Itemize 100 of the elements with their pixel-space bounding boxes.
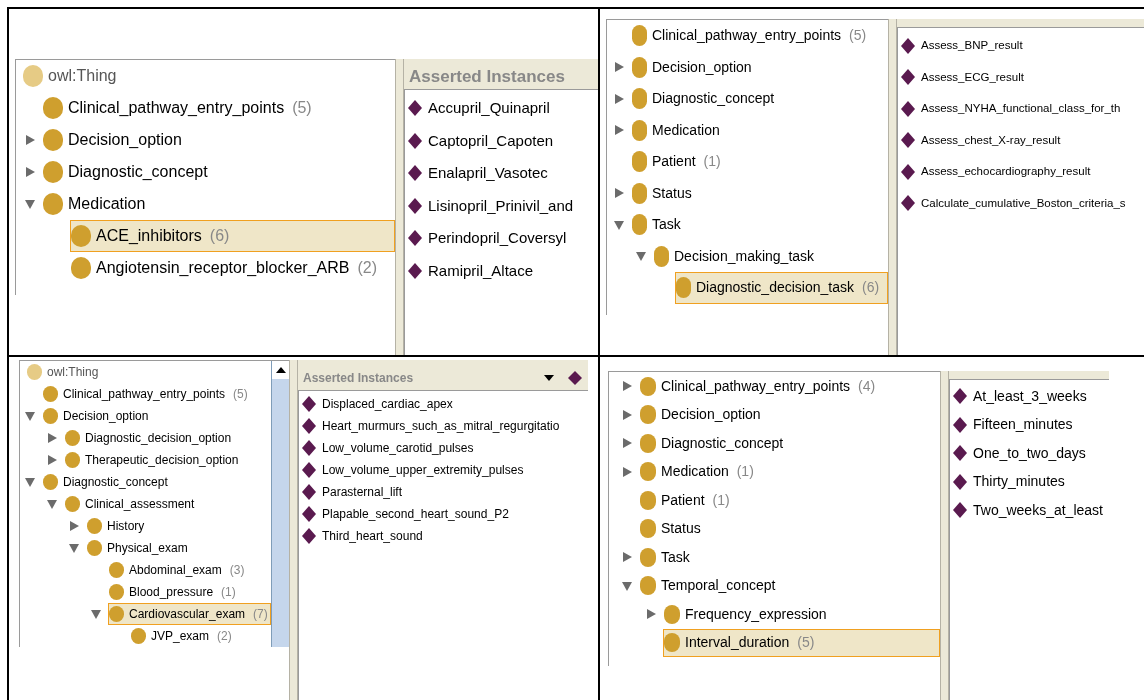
collapse-arrow-icon[interactable] xyxy=(24,198,36,210)
tree-item[interactable]: JVP_exam (2) xyxy=(130,625,233,647)
class-icon xyxy=(65,452,80,468)
tree-item[interactable]: Frequency_expression xyxy=(663,600,828,629)
tree-item[interactable]: Decision_option xyxy=(639,400,762,429)
instance-item[interactable]: Ramipril_Altace xyxy=(408,254,598,287)
tree-item[interactable]: Angiotensin_receptor_blocker_ARB (2) xyxy=(70,252,379,284)
collapse-arrow-icon[interactable] xyxy=(635,250,647,263)
add-instance-icon[interactable] xyxy=(568,370,584,386)
tree-item[interactable]: owl:Thing xyxy=(22,60,118,92)
tree-item[interactable]: Patient (1) xyxy=(639,486,731,515)
instance-item[interactable]: Thirty_minutes xyxy=(953,467,1109,496)
instance-icon xyxy=(302,484,316,500)
instance-item[interactable]: Lisinopril_Prinivil_and xyxy=(408,189,598,222)
instance-icon xyxy=(408,100,422,117)
tree-item[interactable]: Diagnostic_concept xyxy=(42,156,209,188)
expand-arrow-icon[interactable] xyxy=(621,551,633,564)
class-icon xyxy=(676,277,691,299)
instance-count: (2) xyxy=(217,628,232,645)
tree-item[interactable]: Cardiovascular_exam (7) xyxy=(108,603,271,625)
instance-icon xyxy=(901,132,915,149)
tree-item[interactable]: Clinical_pathway_entry_points (5) xyxy=(42,92,313,124)
expand-arrow-icon[interactable] xyxy=(613,124,625,137)
tree-item[interactable]: Patient (1) xyxy=(631,146,722,178)
class-label: Physical_exam xyxy=(107,540,188,557)
tree-item[interactable]: Therapeutic_decision_option xyxy=(64,449,240,471)
collapse-arrow-icon[interactable] xyxy=(68,542,80,554)
tree-item[interactable]: Diagnostic_concept xyxy=(42,471,169,493)
tree-item[interactable]: Decision_option xyxy=(42,124,183,156)
tree-item[interactable]: Clinical_assessment xyxy=(64,493,196,515)
instance-item[interactable]: Assess_chest_X-ray_result xyxy=(901,124,1144,156)
collapse-arrow-icon[interactable] xyxy=(613,218,625,231)
expand-arrow-icon[interactable] xyxy=(46,454,58,466)
tree-item[interactable]: Medication xyxy=(631,114,721,146)
tree-item[interactable]: Medication (1) xyxy=(639,457,755,486)
instance-item[interactable]: Assess_echocardiography_result xyxy=(901,156,1144,188)
tree-item[interactable]: Medication xyxy=(42,188,147,220)
class-label: Status xyxy=(661,519,701,539)
class-icon xyxy=(65,430,80,446)
scroll-up-icon[interactable] xyxy=(275,367,286,373)
instance-item[interactable]: Low_volume_carotid_pulses xyxy=(302,437,588,459)
tree-item[interactable]: Clinical_pathway_entry_points (5) xyxy=(42,383,249,405)
expand-arrow-icon[interactable] xyxy=(613,187,625,200)
collapse-arrow-icon[interactable] xyxy=(24,476,36,488)
tree-item[interactable]: Interval_duration (5) xyxy=(663,628,940,657)
tree-item[interactable]: Decision_option xyxy=(42,405,150,427)
expand-arrow-icon[interactable] xyxy=(24,134,36,146)
instance-item[interactable]: Assess_ECG_result xyxy=(901,61,1144,93)
expand-arrow-icon[interactable] xyxy=(621,380,633,393)
tree-item[interactable]: Task xyxy=(631,209,682,241)
tree-item[interactable]: Task xyxy=(639,543,691,572)
tree-item[interactable]: Temporal_concept xyxy=(639,571,777,600)
instance-item[interactable]: Parasternal_lift xyxy=(302,481,588,503)
tree-item[interactable]: Clinical_pathway_entry_points (4) xyxy=(639,372,877,401)
tree-item[interactable]: Blood_pressure (1) xyxy=(108,581,237,603)
collapse-arrow-icon[interactable] xyxy=(621,579,633,592)
tree-item[interactable]: Status xyxy=(631,177,693,209)
tree-item[interactable]: History xyxy=(86,515,146,537)
instance-item[interactable]: Perindopril_Coversyl xyxy=(408,222,598,255)
tree-item[interactable]: ACE_inhibitors (6) xyxy=(70,220,395,252)
dropdown-caret-icon[interactable] xyxy=(544,375,554,381)
instance-item[interactable]: Calculate_cumulative_Boston_criteria_s xyxy=(901,187,1144,219)
tree-item[interactable]: Diagnostic_concept xyxy=(639,429,785,458)
tree-item[interactable]: Clinical_pathway_entry_points (5) xyxy=(631,20,868,52)
instance-item[interactable]: Heart_murmurs_such_as_mitral_regurgitatio xyxy=(302,415,588,437)
expand-arrow-icon[interactable] xyxy=(645,608,657,621)
instance-item[interactable]: Third_heart_sound xyxy=(302,525,588,547)
expand-arrow-icon[interactable] xyxy=(46,432,58,444)
instance-item[interactable]: Displaced_cardiac_apex xyxy=(302,393,588,415)
tree-item[interactable]: owl:Thing xyxy=(26,361,100,383)
collapse-arrow-icon[interactable] xyxy=(46,498,58,510)
instance-item[interactable]: Assess_NYHA_functional_class_for_th xyxy=(901,93,1144,125)
tree-item[interactable]: Diagnostic_concept xyxy=(631,83,776,115)
instance-item[interactable]: Captopril_Capoten xyxy=(408,124,598,157)
instance-item[interactable]: One_to_two_days xyxy=(953,439,1109,468)
tree-item[interactable]: Status xyxy=(639,514,702,543)
expand-arrow-icon[interactable] xyxy=(68,520,80,532)
scrollbar[interactable] xyxy=(271,361,289,647)
tree-item[interactable]: Diagnostic_decision_task (6) xyxy=(675,272,888,304)
instance-item[interactable]: Fifteen_minutes xyxy=(953,410,1109,439)
tree-item[interactable]: Physical_exam xyxy=(86,537,189,559)
collapse-arrow-icon[interactable] xyxy=(24,410,36,422)
tree-item[interactable]: Decision_option xyxy=(631,51,753,83)
expand-arrow-icon[interactable] xyxy=(613,92,625,105)
instance-item[interactable]: At_least_3_weeks xyxy=(953,382,1109,411)
tree-item[interactable]: Diagnostic_decision_option xyxy=(64,427,233,449)
expand-arrow-icon[interactable] xyxy=(621,437,633,450)
tree-item[interactable]: Abdominal_exam (3) xyxy=(108,559,246,581)
expand-arrow-icon[interactable] xyxy=(621,465,633,478)
instance-item[interactable]: Plapable_second_heart_sound_P2 xyxy=(302,503,588,525)
collapse-arrow-icon[interactable] xyxy=(90,608,102,620)
instance-item[interactable]: Low_volume_upper_extremity_pulses xyxy=(302,459,588,481)
tree-item[interactable]: Decision_making_task xyxy=(653,240,816,272)
instance-item[interactable]: Two_weeks_at_least xyxy=(953,496,1109,525)
instance-item[interactable]: Enalapril_Vasotec xyxy=(408,157,598,190)
instance-item[interactable]: Assess_BNP_result xyxy=(901,30,1144,62)
expand-arrow-icon[interactable] xyxy=(613,61,625,74)
expand-arrow-icon[interactable] xyxy=(621,408,633,421)
expand-arrow-icon[interactable] xyxy=(24,166,36,178)
instance-item[interactable]: Accupril_Quinapril xyxy=(408,92,598,125)
